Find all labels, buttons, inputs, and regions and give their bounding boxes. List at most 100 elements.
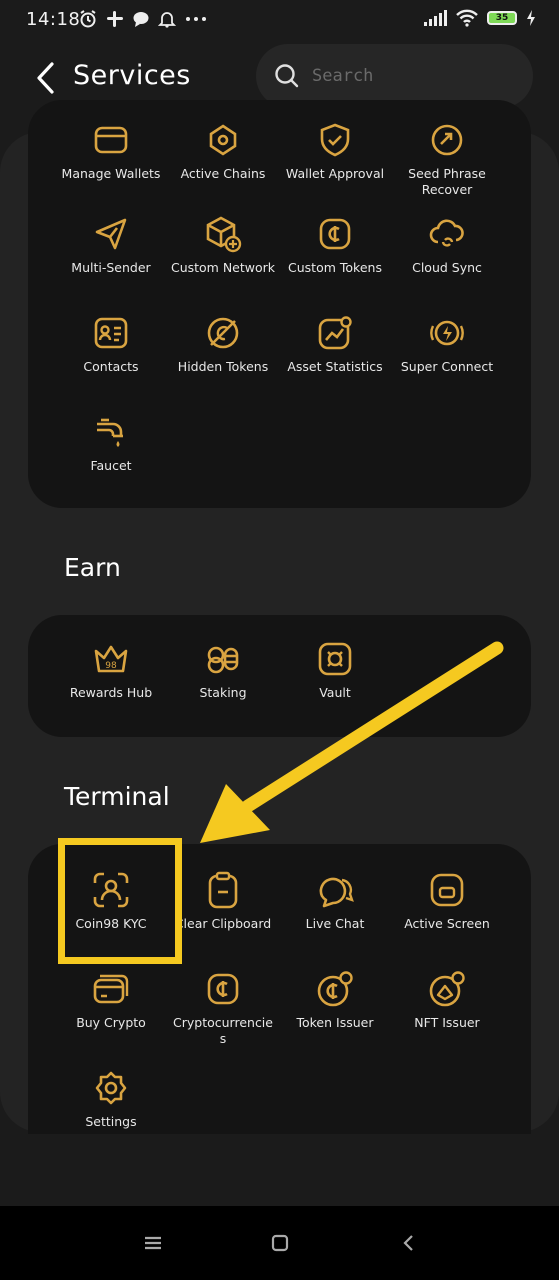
service-item-token-issuer[interactable]: Token Issuer (279, 969, 391, 1031)
service-label: Buy Crypto (76, 1015, 146, 1030)
token-icon (315, 214, 355, 254)
service-item-contacts[interactable]: Contacts (55, 313, 167, 375)
tools-card: Manage Wallets Active Chains Wallet Appr… (28, 100, 531, 508)
recover-icon (427, 120, 467, 160)
status-time: 14:18 (26, 9, 81, 30)
vault-icon (315, 639, 355, 679)
chat-icon (315, 870, 355, 910)
crown-icon: 98 (91, 639, 131, 679)
service-label: Cloud Sync (412, 260, 482, 275)
search-icon (274, 63, 300, 89)
send-icon (91, 214, 131, 254)
service-label: Hidden Tokens (177, 359, 269, 374)
notification-icons (78, 9, 208, 29)
search-input[interactable] (312, 66, 512, 86)
service-label: Rewards Hub (69, 685, 153, 700)
back-button[interactable] (30, 58, 60, 98)
service-item-cloud-sync[interactable]: Cloud Sync (391, 214, 503, 276)
home-square-icon (271, 1234, 289, 1252)
service-item-buy-crypto[interactable]: Buy Crypto (55, 969, 167, 1031)
service-item-faucet[interactable]: Faucet (55, 412, 167, 474)
shield-check-icon (315, 120, 355, 160)
service-item-custom-network[interactable]: Custom Network (167, 214, 279, 276)
service-label: Multi-Sender (71, 260, 151, 275)
service-item-staking[interactable]: Staking (167, 639, 279, 701)
service-item-nft-issuer[interactable]: NFT Issuer (391, 969, 503, 1031)
service-item-manage-wallets[interactable]: Manage Wallets (55, 120, 167, 182)
search-box[interactable] (256, 44, 533, 108)
service-item-super-connect[interactable]: Super Connect (391, 313, 503, 375)
svg-text:98: 98 (105, 661, 117, 671)
service-label: Active Screen (404, 916, 490, 931)
service-item-live-chat[interactable]: Live Chat (279, 870, 391, 932)
section-title-terminal: Terminal (64, 782, 170, 811)
home-nav-button[interactable] (267, 1230, 293, 1256)
token-icon (203, 969, 243, 1009)
service-label: Asset Statistics (287, 359, 383, 374)
service-label: Contacts (83, 359, 139, 374)
status-right: 35 (423, 9, 537, 27)
service-item-rewards-hub[interactable]: 98 Rewards Hub (55, 639, 167, 701)
service-label: Clear Clipboard (174, 916, 272, 931)
service-label: Wallet Approval (285, 166, 385, 181)
faucet-icon (91, 412, 131, 452)
earn-card: 98 Rewards Hub Staking Vault (28, 615, 531, 737)
signal-icon (424, 10, 447, 26)
screen-icon (427, 870, 467, 910)
service-item-seed-phrase-recover[interactable]: Seed Phrase Recover (391, 120, 503, 198)
service-item-custom-tokens[interactable]: Custom Tokens (279, 214, 391, 276)
back-triangle-icon (403, 1235, 413, 1251)
service-label: NFT Issuer (414, 1015, 480, 1030)
bell-icon (158, 12, 176, 28)
service-item-vault[interactable]: Vault (279, 639, 391, 701)
contacts-icon (91, 313, 131, 353)
service-label: Faucet (90, 458, 132, 473)
service-item-coin98-kyc[interactable]: Coin98 KYC (55, 870, 167, 932)
service-item-multi-sender[interactable]: Multi-Sender (55, 214, 167, 276)
token-issuer-icon (315, 969, 355, 1009)
wallet-icon (91, 120, 131, 160)
menu-icon (145, 1236, 161, 1250)
service-label: Active Chains (180, 166, 266, 181)
service-item-active-screen[interactable]: Active Screen (391, 870, 503, 932)
chevron-left-icon (37, 62, 54, 94)
section-title-earn: Earn (64, 553, 121, 582)
chain-icon (203, 120, 243, 160)
service-item-active-chains[interactable]: Active Chains (167, 120, 279, 182)
service-item-hidden-tokens[interactable]: Hidden Tokens (167, 313, 279, 375)
service-label: Staking (199, 685, 247, 700)
battery-indicator: 35 (487, 11, 517, 25)
chart-icon (315, 313, 355, 353)
more-icon (186, 17, 206, 21)
service-label: Live Chat (305, 916, 365, 931)
coins-icon (203, 639, 243, 679)
settings-icon (91, 1068, 131, 1108)
wifi-icon (456, 9, 478, 27)
service-item-asset-statistics[interactable]: Asset Statistics (279, 313, 391, 375)
terminal-card: Coin98 KYC Clear Clipboard Live Chat Act… (28, 844, 531, 1134)
slack-icon (107, 11, 123, 27)
chat-bubble-icon (133, 12, 149, 27)
service-item-clear-clipboard[interactable]: Clear Clipboard (167, 870, 279, 932)
service-item-cryptocurrencies[interactable]: Cryptocurrencies (167, 969, 279, 1047)
service-item-settings[interactable]: Settings (55, 1068, 167, 1130)
service-label: Seed Phrase Recover (408, 166, 486, 197)
nft-issuer-icon (427, 969, 467, 1009)
service-label: Vault (319, 685, 351, 700)
alarm-icon (80, 10, 96, 28)
hidden-token-icon (203, 313, 243, 353)
service-item-wallet-approval[interactable]: Wallet Approval (279, 120, 391, 182)
battery-level: 35 (495, 13, 509, 23)
service-label: Settings (85, 1114, 137, 1129)
cloud-sync-icon (427, 214, 467, 254)
page-title: Services (73, 60, 191, 91)
service-label: Custom Tokens (288, 260, 382, 275)
cube-add-icon (203, 214, 243, 254)
service-label: Super Connect (400, 359, 494, 374)
service-label: Coin98 KYC (75, 916, 147, 931)
service-label: Token Issuer (296, 1015, 374, 1030)
status-bar: 14:18 35 (0, 0, 559, 40)
menu-nav-button[interactable] (140, 1230, 166, 1256)
card-icon (91, 969, 131, 1009)
back-nav-button[interactable] (395, 1230, 421, 1256)
